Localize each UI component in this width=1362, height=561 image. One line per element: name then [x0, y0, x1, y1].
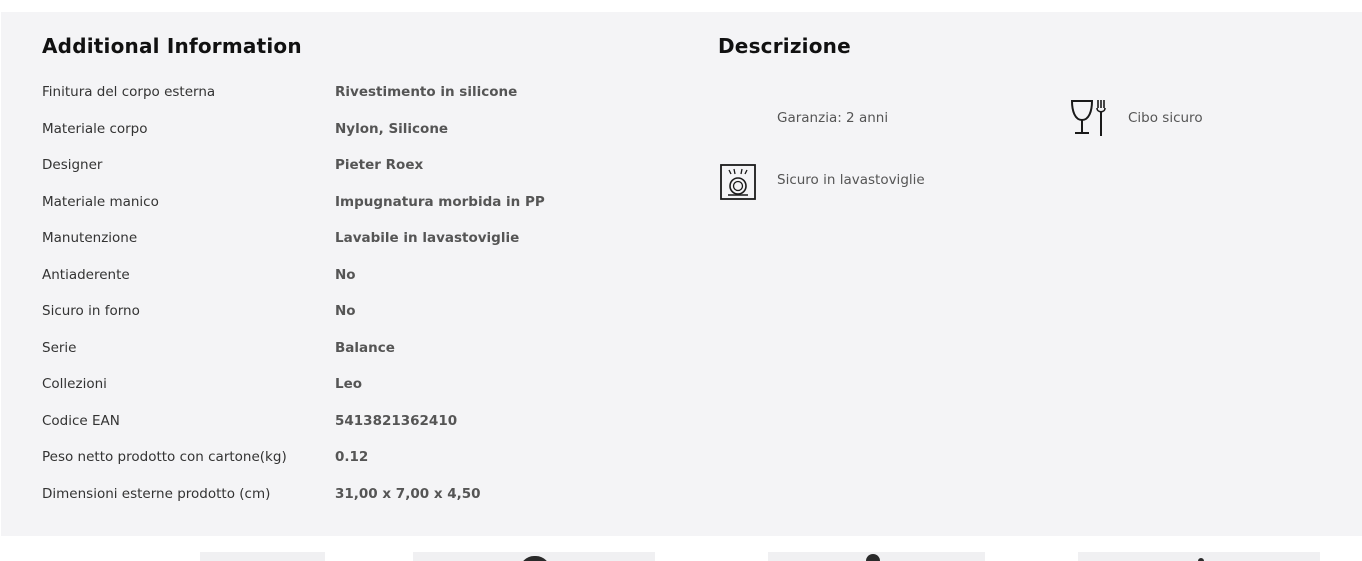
descrizione-title: Descrizione — [718, 34, 851, 58]
attribute-value: 5413821362410 — [335, 412, 458, 429]
food-safe-text: Cibo sicuro — [1128, 110, 1203, 126]
dishwasher-safe-text: Sicuro in lavastoviglie — [777, 172, 925, 188]
attribute-value: Balance — [335, 339, 395, 356]
attribute-value: 31,00 x 7,00 x 4,50 — [335, 485, 481, 502]
dishwasher-safe-icon — [718, 162, 758, 202]
attribute-label: Sicuro in forno — [42, 303, 140, 319]
table-row: Finitura del corpo esterna Rivestimento … — [42, 82, 682, 119]
feature-food-safe: Cibo sicuro — [1067, 98, 1327, 142]
table-row: Collezioni Leo — [42, 374, 682, 411]
table-row: Peso netto prodotto con cartone(kg) 0.12 — [42, 447, 682, 484]
feature-warranty: Garanzia: 2 anni — [718, 108, 1018, 148]
feature-dishwasher-safe: Sicuro in lavastoviglie — [718, 162, 1018, 206]
attribute-label: Manutenzione — [42, 230, 138, 246]
attribute-label: Finitura del corpo esterna — [42, 84, 216, 100]
attribute-value: Pieter Roex — [335, 157, 424, 173]
attribute-value: Lavabile in lavastoviglie — [335, 230, 520, 246]
attribute-value: No — [335, 266, 356, 283]
attribute-label: Materiale corpo — [42, 120, 148, 137]
attribute-value: Rivestimento in silicone — [335, 84, 518, 100]
additional-information-table: Finitura del corpo esterna Rivestimento … — [42, 82, 682, 520]
product-details-panel: Additional Information Descrizione Finit… — [1, 12, 1362, 536]
warranty-text: Garanzia: 2 anni — [777, 110, 889, 126]
attribute-value: Nylon, Silicone — [335, 120, 449, 137]
attribute-label: Codice EAN — [42, 412, 120, 429]
table-row: Designer Pieter Roex — [42, 155, 682, 192]
attribute-value: No — [335, 303, 356, 319]
attribute-label: Designer — [42, 157, 103, 173]
attribute-label: Antiaderente — [42, 266, 130, 283]
attribute-value: Impugnatura morbida in PP — [335, 193, 545, 210]
related-products-strip — [0, 536, 1362, 561]
table-row: Dimensioni esterne prodotto (cm) 31,00 x… — [42, 484, 682, 521]
table-row: Materiale manico Impugnatura morbida in … — [42, 192, 682, 229]
attribute-label: Materiale manico — [42, 193, 159, 210]
table-row: Serie Balance — [42, 338, 682, 375]
attribute-label: Peso netto prodotto con cartone(kg) — [42, 449, 287, 465]
attribute-label: Serie — [42, 339, 77, 356]
table-row: Codice EAN 5413821362410 — [42, 411, 682, 448]
table-row: Materiale corpo Nylon, Silicone — [42, 119, 682, 156]
attribute-value: 0.12 — [335, 449, 369, 465]
attribute-value: Leo — [335, 376, 363, 392]
food-safe-icon — [1067, 98, 1107, 138]
table-row: Manutenzione Lavabile in lavastoviglie — [42, 228, 682, 265]
product-image-fragment — [866, 554, 880, 561]
attribute-label: Dimensioni esterne prodotto (cm) — [42, 485, 271, 502]
table-row: Sicuro in forno No — [42, 301, 682, 338]
attribute-label: Collezioni — [42, 376, 107, 392]
related-product-thumbnail[interactable] — [200, 552, 325, 561]
additional-information-title: Additional Information — [42, 34, 302, 58]
table-row: Antiaderente No — [42, 265, 682, 302]
